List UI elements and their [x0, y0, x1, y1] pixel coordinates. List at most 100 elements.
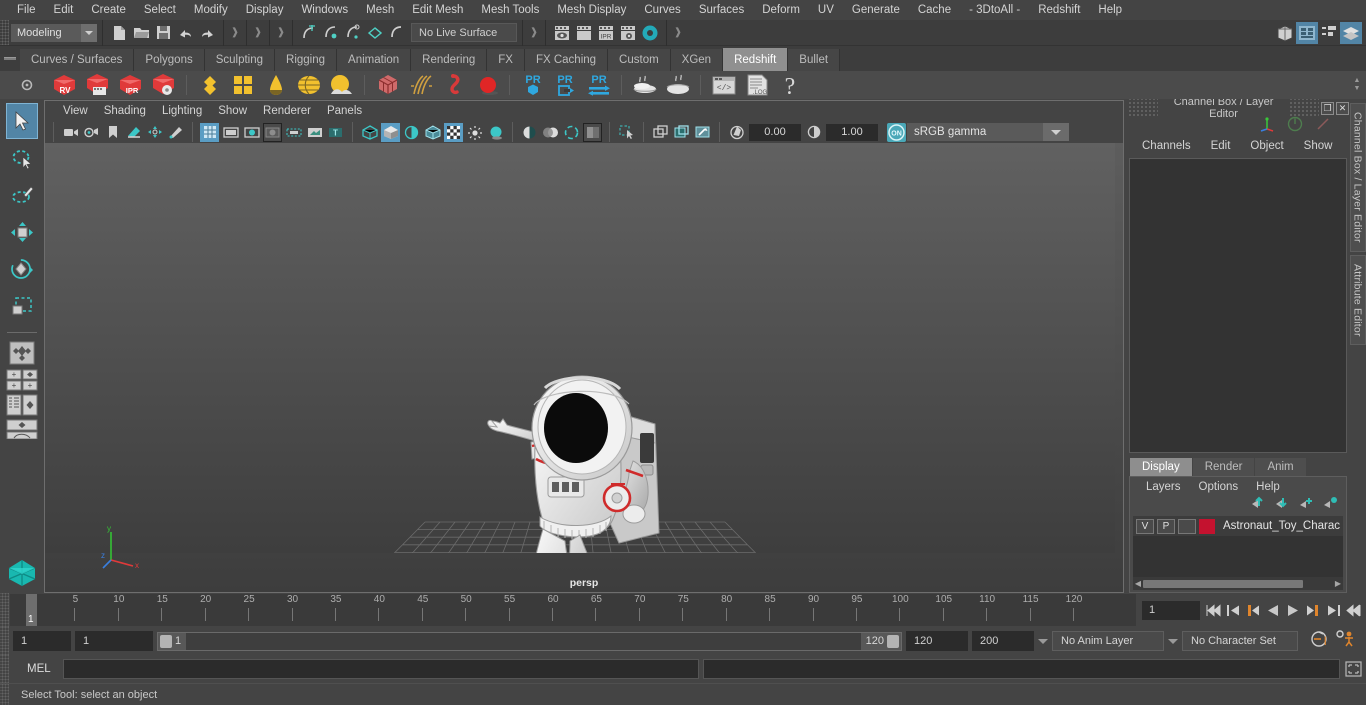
channelbox-menu-object[interactable]: Object	[1240, 140, 1293, 152]
render-section-expander[interactable]: ❱	[528, 22, 540, 44]
shelf-menu-handle[interactable]	[0, 46, 20, 71]
shelf-options-handle[interactable]	[6, 71, 48, 99]
scrollbar-thumb[interactable]	[1143, 579, 1303, 588]
gamma-icon[interactable]	[804, 123, 823, 142]
play-backwards-icon[interactable]	[1264, 599, 1282, 621]
redshift-pr-export-icon[interactable]: PR	[549, 71, 582, 99]
channelbox-menu-show[interactable]: Show	[1294, 140, 1343, 152]
chevron-down-icon[interactable]	[81, 23, 97, 42]
shelf-tab-rigging[interactable]: Rigging	[275, 49, 338, 71]
shelf-scroll-down-icon[interactable]: ▼	[1354, 85, 1361, 93]
go-to-end-icon[interactable]	[1344, 599, 1362, 621]
redo-icon[interactable]	[196, 22, 218, 44]
panel-menu-renderer[interactable]: Renderer	[255, 101, 319, 121]
step-back-keyframe-icon[interactable]	[1224, 599, 1242, 621]
redshift-script-icon[interactable]: </>	[707, 71, 740, 99]
redshift-log-icon[interactable]: .LOG	[740, 71, 773, 99]
render-current-frame-icon[interactable]	[551, 22, 573, 44]
redshift-render-sequence-icon[interactable]	[81, 71, 114, 99]
gate-mask-icon[interactable]	[263, 122, 282, 142]
script-editor-icon[interactable]	[1340, 661, 1366, 677]
ambient-occlusion-icon[interactable]	[520, 123, 539, 142]
move-layer-up-icon[interactable]	[1250, 496, 1266, 514]
use-default-lights-icon[interactable]	[465, 123, 484, 142]
redshift-ipr-icon[interactable]: IPR	[114, 71, 147, 99]
range-end-time-field[interactable]: 120	[906, 631, 968, 651]
panel-menu-view[interactable]: View	[55, 101, 96, 121]
step-forward-frame-icon[interactable]	[1304, 599, 1322, 621]
menu-cache[interactable]: Cache	[909, 0, 960, 20]
redshift-physical-sky-icon[interactable]	[292, 71, 325, 99]
shelf-tab-redshift[interactable]: Redshift	[723, 48, 789, 71]
selection-mask-expander-2[interactable]: ❱	[252, 22, 264, 44]
render-settings-icon[interactable]	[617, 22, 639, 44]
scale-tool[interactable]	[6, 288, 38, 324]
status-line-gripper[interactable]	[0, 20, 9, 45]
color-management-field[interactable]: sRGB gamma	[907, 123, 1043, 141]
redshift-pr-object-icon[interactable]: PR	[516, 71, 549, 99]
menu-generate[interactable]: Generate	[843, 0, 909, 20]
shadows-icon[interactable]	[486, 123, 505, 142]
range-bar[interactable]: 1 120	[157, 631, 902, 651]
time-slider-playhead[interactable]: 1	[26, 594, 37, 626]
command-line-gripper[interactable]	[0, 655, 9, 683]
menu-file[interactable]: File	[8, 0, 45, 20]
save-scene-icon[interactable]	[152, 22, 174, 44]
snap-to-point-icon[interactable]	[342, 22, 364, 44]
channel-box-content[interactable]	[1129, 158, 1347, 453]
show-hide-channel-box-icon[interactable]	[1340, 21, 1362, 44]
layer-list[interactable]: V P Astronaut_Toy_Charac	[1133, 516, 1343, 577]
image-plane-icon[interactable]	[124, 123, 143, 142]
grid-toggle-icon[interactable]	[200, 122, 219, 142]
lasso-select-tool[interactable]	[6, 140, 38, 176]
xray-joints-icon[interactable]	[651, 123, 670, 142]
range-slider-gripper[interactable]	[0, 627, 9, 655]
snap-to-view-plane-icon[interactable]	[386, 22, 408, 44]
animation-end-time-field[interactable]: 200	[972, 631, 1034, 651]
layer-visibility-toggle[interactable]: V	[1136, 518, 1154, 534]
persp-outliner-layout[interactable]	[5, 394, 39, 416]
show-hide-tool-settings-icon[interactable]	[1318, 22, 1340, 44]
selection-mask-expander-1[interactable]: ❱	[229, 22, 241, 44]
menu-help[interactable]: Help	[1089, 0, 1131, 20]
character-set-chevron-down-icon[interactable]	[1168, 638, 1178, 644]
shelf-tab-fx-caching[interactable]: FX Caching	[524, 49, 609, 71]
layer-menu-options[interactable]: Options	[1190, 481, 1248, 493]
vertical-tab-attribute-editor[interactable]: Attribute Editor	[1349, 254, 1366, 346]
viewport-snapshot-icon[interactable]	[693, 123, 712, 142]
menu-edit[interactable]: Edit	[45, 0, 83, 20]
redshift-help-icon[interactable]: ?	[773, 71, 806, 99]
menu-deform[interactable]: Deform	[753, 0, 809, 20]
panel-menu-show[interactable]: Show	[210, 101, 255, 121]
close-icon[interactable]: ✕	[1336, 101, 1349, 115]
select-camera-icon[interactable]	[61, 123, 80, 142]
menu-windows[interactable]: Windows	[292, 0, 357, 20]
anim-layer-selector[interactable]: No Anim Layer	[1052, 631, 1164, 651]
camera-attributes-icon[interactable]	[82, 123, 101, 142]
panel-gripper-right[interactable]	[1289, 99, 1320, 117]
range-bar-right-handle[interactable]	[887, 634, 899, 648]
dial-gizmo-icon[interactable]	[1287, 116, 1303, 137]
redshift-pr-transfer-icon[interactable]: PR	[582, 71, 615, 99]
scroll-left-icon[interactable]: ◀	[1133, 579, 1143, 588]
menu-mesh-tools[interactable]: Mesh Tools	[472, 0, 548, 20]
motion-blur-icon[interactable]	[541, 123, 560, 142]
redshift-bake-icon[interactable]	[628, 71, 661, 99]
shelf-tab-polygons[interactable]: Polygons	[134, 49, 205, 71]
shade-toggle-icon[interactable]	[402, 123, 421, 142]
live-surface-field[interactable]: No Live Surface	[411, 23, 517, 42]
help-line-gripper[interactable]	[0, 684, 9, 705]
channelbox-menu-edit[interactable]: Edit	[1201, 140, 1241, 152]
shelf-tab-xgen[interactable]: XGen	[670, 49, 724, 71]
four-view-layout[interactable]	[5, 340, 39, 366]
exposure-icon[interactable]	[727, 123, 746, 142]
textured-icon[interactable]	[444, 122, 463, 142]
menu-mesh-display[interactable]: Mesh Display	[548, 0, 635, 20]
command-line-language-label[interactable]: MEL	[9, 663, 63, 675]
multisample-icon[interactable]	[562, 123, 581, 142]
play-forwards-icon[interactable]	[1284, 599, 1302, 621]
menu-select[interactable]: Select	[135, 0, 185, 20]
snap-to-curve-icon[interactable]	[320, 22, 342, 44]
scroll-right-icon[interactable]: ▶	[1333, 579, 1343, 588]
menu-curves[interactable]: Curves	[635, 0, 689, 20]
